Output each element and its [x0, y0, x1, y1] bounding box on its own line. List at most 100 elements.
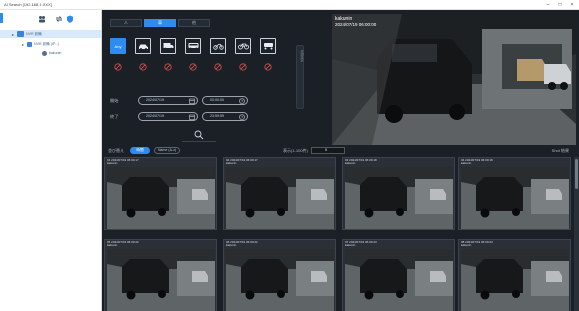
clock-icon[interactable] [239, 114, 245, 120]
shot-results-label: Shot 結果 [551, 148, 569, 153]
thumb-image [345, 167, 453, 229]
vehicle-type-tricycle[interactable] [260, 38, 276, 54]
results-grid: 01 2024/07/19 06:00:17 kakunin 02 2024/07… [102, 157, 572, 311]
window-title: AI Search [192.168.1.XXX] [4, 2, 52, 7]
calendar-icon[interactable] [189, 98, 195, 104]
thumb-image [226, 167, 334, 229]
sort-by-name-button[interactable]: Name (A-z) [154, 147, 180, 154]
motorcycle-icon [212, 44, 224, 50]
clock-icon[interactable] [239, 98, 245, 104]
close-button[interactable]: × [567, 1, 577, 9]
truck-icon [163, 43, 173, 50]
garage-scene-image [332, 14, 576, 145]
thumb-channel: kakunin [345, 161, 356, 166]
nvr-device-icon [17, 31, 24, 37]
tricycle-icon [263, 43, 273, 50]
end-time-value: 23:59:59 [210, 114, 224, 118]
tree-node-camera[interactable]: kakunin [42, 49, 61, 57]
start-time-label: 開始 [110, 98, 119, 103]
device-tree-panel: ▸ NVR 設備 ▸ NVR 設備 (IP...) kakunin [0, 10, 102, 311]
result-thumbnail[interactable]: 05 2024/07/19 06:00:22 kakunin [104, 239, 217, 311]
thumb-image [107, 249, 215, 311]
filter-collapse-handle[interactable]: 詳細設定 [296, 45, 304, 109]
mode-tabs: 人 車 他 [110, 19, 210, 27]
start-time-field[interactable]: 00:00:00 [202, 96, 248, 105]
preview-image[interactable]: kakunin 2024/07/19 06:00:00 [332, 14, 576, 145]
result-thumbnail[interactable]: 04 2024/07/19 06:00:18 kakunin [458, 157, 571, 230]
collapse-handle-label: 詳細設定 [300, 50, 304, 62]
exclude-any-icon[interactable] [114, 63, 122, 71]
vehicle-type-truck[interactable] [160, 38, 176, 54]
tab-person[interactable]: 人 [110, 19, 142, 27]
maximize-button[interactable]: □ [555, 1, 565, 9]
vehicle-type-motorcycle[interactable] [210, 38, 226, 54]
sort-by-time-button[interactable]: 時間 [130, 147, 150, 154]
tree-node-label: NVR 設備 (IP...) [34, 41, 60, 46]
thumb-image [226, 249, 334, 311]
end-date-value: 2024/07/19 [146, 114, 164, 118]
bus-icon [188, 43, 198, 50]
preview-timestamp: 2024/07/19 06:00:00 [335, 22, 377, 27]
vehicle-type-bus[interactable] [185, 38, 201, 54]
tab-other[interactable]: 他 [178, 19, 210, 27]
vehicle-type-bicycle[interactable] [235, 38, 251, 54]
calendar-icon[interactable] [189, 114, 195, 120]
result-thumbnail[interactable]: 02 2024/07/19 06:00:17 kakunin [223, 157, 336, 230]
tree-node-nvr[interactable]: ▸ NVR 設備 [0, 30, 101, 38]
stepper-value: 5 [325, 148, 327, 152]
thumb-channel: kakunin [461, 161, 472, 166]
thumb-image [461, 249, 569, 311]
exclude-tricycle-icon[interactable] [264, 63, 272, 71]
result-thumbnail[interactable]: 06 2024/07/19 06:00:22 kakunin [223, 239, 336, 311]
thumb-channel: kakunin [107, 243, 118, 248]
swap-icon[interactable] [55, 15, 63, 23]
thumb-channel: kakunin [226, 161, 237, 166]
result-thumbnail[interactable]: 08 2024/07/19 06:00:23 kakunin [458, 239, 571, 311]
tree-node-label: kakunin [49, 51, 62, 55]
tree-node-nvr-ip[interactable]: ▸ NVR 設備 (IP...) [22, 40, 59, 48]
exclude-bus-icon[interactable] [189, 63, 197, 71]
thumb-channel: kakunin [107, 161, 118, 166]
thumb-channel: kakunin [461, 243, 472, 248]
result-thumbnail[interactable]: 07 2024/07/19 06:00:23 kakunin [342, 239, 455, 311]
start-time-value: 00:00:00 [210, 98, 224, 102]
result-count-label: 表示(1-100件) [283, 148, 308, 153]
vehicle-exclude-row [114, 63, 272, 71]
tree-node-label: NVR 設備 [26, 31, 42, 36]
start-date-field[interactable]: 2024/07/19 [138, 96, 198, 105]
vehicle-type-row: Any [110, 38, 276, 54]
minimize-button[interactable]: – [543, 1, 553, 9]
results-toolbar: 並び替え 時間 Name (A-z) 表示(1-100件) 5 Shot 結果 [102, 146, 579, 156]
thumb-image [461, 167, 569, 229]
scrollbar-thumb[interactable] [575, 159, 578, 189]
result-thumbnail[interactable]: 01 2024/07/19 06:00:17 kakunin [104, 157, 217, 230]
result-thumbnail[interactable]: 03 2024/07/19 06:00:18 kakunin [342, 157, 455, 230]
vehicle-type-any-label: Any [114, 43, 122, 49]
end-date-field[interactable]: 2024/07/19 [138, 112, 198, 121]
exclude-motorcycle-icon[interactable] [214, 63, 222, 71]
tab-vehicle[interactable]: 車 [144, 19, 176, 27]
window-titlebar: AI Search [192.168.1.XXX] – □ × [0, 0, 579, 10]
result-count-stepper[interactable]: 5 [311, 147, 345, 154]
channel-group-icon [27, 41, 32, 47]
search-icon[interactable] [194, 130, 204, 140]
thumb-image [345, 249, 453, 311]
shield-icon[interactable] [66, 15, 74, 23]
exclude-truck-icon[interactable] [164, 63, 172, 71]
tree-accent-bar [0, 13, 3, 23]
start-date-value: 2024/07/19 [146, 98, 164, 102]
sort-label: 並び替え [108, 148, 124, 153]
vehicle-type-car[interactable] [135, 38, 151, 54]
thumb-image [107, 167, 215, 229]
divider [182, 141, 216, 142]
device-group-icon[interactable] [38, 15, 46, 23]
end-time-field[interactable]: 23:59:59 [202, 112, 248, 121]
ai-search-main: 人 車 他 Any 開始 2024/07/19 00:00:00 終了 2024… [102, 10, 579, 311]
exclude-car-icon[interactable] [139, 63, 147, 71]
car-icon [138, 44, 148, 50]
thumb-channel: kakunin [226, 243, 237, 248]
end-time-label: 終了 [110, 114, 119, 119]
vehicle-type-any[interactable]: Any [110, 38, 126, 54]
exclude-bicycle-icon[interactable] [239, 63, 247, 71]
results-scrollbar[interactable] [574, 157, 579, 311]
